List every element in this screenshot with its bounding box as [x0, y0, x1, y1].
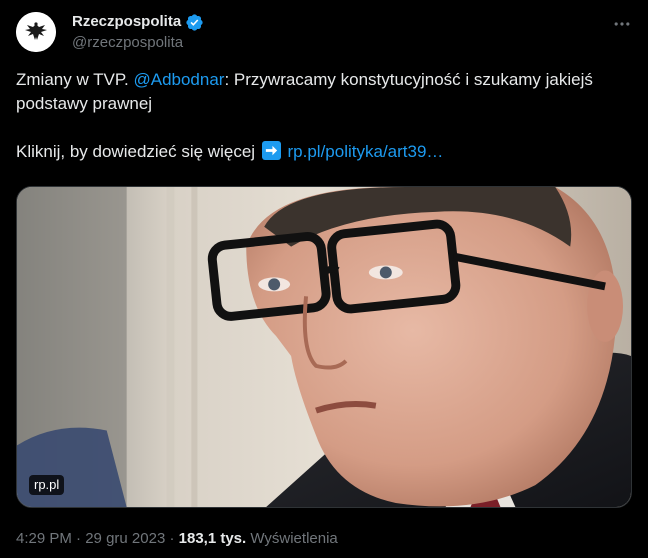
meta-separator: · — [71, 530, 86, 547]
views-label: Wyświetlenia — [246, 530, 338, 547]
verified-badge-icon — [185, 13, 204, 32]
mention-link[interactable]: @Adbodnar — [133, 70, 224, 89]
more-options-button[interactable] — [610, 12, 634, 36]
author-display-name[interactable]: Rzeczpospolita — [72, 12, 181, 32]
meta-separator: · — [165, 530, 179, 547]
author-avatar[interactable] — [16, 12, 56, 52]
more-horizontal-icon — [614, 22, 630, 26]
tweet-text-segment: Kliknij, by dowiedzieć się więcej — [16, 142, 260, 161]
tweet-text-segment: Zmiany w TVP. — [16, 70, 134, 89]
tweet-card[interactable]: Rzeczpospolita @rzeczpospolita Zmiany w … — [0, 0, 648, 558]
tweet-metadata: 4:29 PM · 29 gru 2023 · 183,1 tys. Wyświ… — [16, 529, 338, 549]
tweet-text: Zmiany w TVP. @Adbodnar: Przywracamy kon… — [16, 68, 628, 164]
media-domain-badge: rp.pl — [29, 475, 65, 495]
views-count: 183,1 tys. — [178, 530, 247, 547]
tweet-line-1: Zmiany w TVP. @Adbodnar: Przywracamy kon… — [16, 68, 628, 116]
article-link[interactable]: rp.pl/polityka/art39… — [288, 142, 444, 161]
eagle-logo-icon — [16, 12, 56, 52]
author-handle[interactable]: @rzeczpospolita — [72, 33, 183, 53]
media-card[interactable]: rp.pl — [16, 186, 632, 508]
tweet-date[interactable]: 29 gru 2023 — [85, 530, 165, 547]
article-photo — [17, 187, 631, 507]
right-arrow-emoji-icon — [261, 141, 281, 160]
tweet-time[interactable]: 4:29 PM — [16, 530, 72, 547]
tweet-line-2: Kliknij, by dowiedzieć się więcej rp.pl/… — [16, 140, 628, 164]
